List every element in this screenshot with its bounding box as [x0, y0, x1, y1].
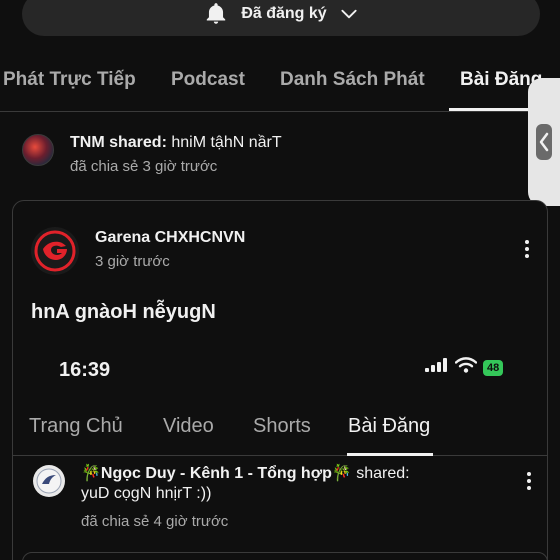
- shared-label: shared:: [356, 465, 410, 482]
- avatar[interactable]: [22, 134, 54, 166]
- subscribe-button[interactable]: Đã đăng ký: [22, 0, 540, 36]
- signal-icon: [425, 358, 449, 377]
- channel-tabs: Phát Trực Tiếp Podcast Danh Sách Phát Bà…: [0, 56, 560, 112]
- chevron-down-icon: [339, 4, 359, 24]
- status-bar-time: 16:39: [59, 359, 111, 381]
- shared-time: đã chia sẻ 3 giờ trước: [70, 158, 218, 175]
- status-bar-icons: 48: [425, 357, 504, 378]
- nested-post-title: yuD cọgN hnịrT :)): [81, 485, 212, 502]
- nested-shared-post[interactable]: 🎋Ngọc Duy - Kênh 1 - Tổng hợp🎋 shared: y…: [13, 461, 547, 541]
- shared-post-header[interactable]: TNM shared: hniM tậhN nầrT đã chia sẻ 3 …: [22, 130, 522, 180]
- more-options-button[interactable]: [519, 467, 539, 495]
- sharer-name[interactable]: 🎋Ngọc Duy - Kênh 1 - Tổng hợp🎋: [81, 465, 352, 482]
- nested-post-time: đã chia sẻ 4 giờ trước: [81, 513, 229, 530]
- battery-icon: 48: [483, 359, 504, 376]
- tab-playlists[interactable]: Danh Sách Phát: [280, 69, 425, 91]
- active-tab-indicator: [347, 453, 433, 456]
- wifi-icon: [454, 357, 478, 378]
- shared-post-title: hniM tậhN nầrT: [171, 134, 282, 151]
- post-title: hnA gnàoH nễyugN: [31, 301, 216, 323]
- more-options-button[interactable]: [517, 235, 537, 263]
- tab-video[interactable]: Video: [163, 415, 214, 438]
- tab-posts-embedded[interactable]: Bài Đăng: [348, 415, 430, 438]
- tab-shorts[interactable]: Shorts: [253, 415, 311, 438]
- post-time: 3 giờ trước: [95, 253, 170, 270]
- subscribe-label: Đã đăng ký: [241, 5, 327, 22]
- chevron-left-icon: [536, 124, 552, 160]
- channel-name[interactable]: Garena CHXHCNVN: [95, 229, 245, 247]
- sharer-name[interactable]: TNM shared:: [70, 134, 167, 151]
- post-card[interactable]: Garena CHXHCNVN 3 giờ trước hnA gnàoH nễ…: [12, 200, 548, 560]
- tab-podcast[interactable]: Podcast: [171, 69, 245, 91]
- avatar[interactable]: [33, 465, 65, 497]
- embedded-tabs: Trang Chủ Video Shorts Bài Đăng: [13, 401, 547, 456]
- next-card-edge: [22, 552, 548, 560]
- bell-icon: [203, 1, 229, 27]
- tab-live[interactable]: Phát Trực Tiếp: [3, 69, 136, 91]
- tab-home[interactable]: Trang Chủ: [29, 415, 123, 438]
- side-panel-handle[interactable]: [528, 78, 560, 206]
- garena-logo[interactable]: [31, 227, 79, 275]
